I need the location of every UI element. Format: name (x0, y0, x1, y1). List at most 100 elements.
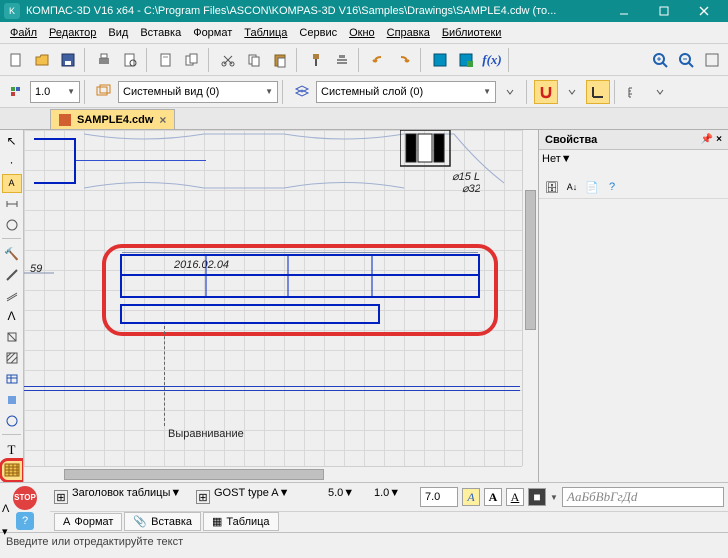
document-tabbar: SAMPLE4.cdw × (0, 108, 728, 130)
tool-section[interactable] (2, 328, 22, 347)
properties-panel: Свойства 📌 × Нет▼ 🗄 A↓ 📄 ? (538, 130, 728, 482)
settings-dropdown-button[interactable] (648, 80, 672, 104)
properties-button[interactable] (330, 48, 354, 72)
menu-format[interactable]: Формат (187, 25, 238, 41)
prop-sort-icon[interactable]: 🗄 (543, 178, 561, 196)
function-button[interactable]: f(x) (480, 48, 504, 72)
format-brush-button[interactable] (304, 48, 328, 72)
prop-help-icon[interactable]: ? (603, 178, 621, 196)
tool-two-line[interactable] (2, 286, 22, 305)
align-guide (164, 326, 165, 426)
save-alt2-button[interactable] (454, 48, 478, 72)
underline-button[interactable]: A (506, 488, 524, 506)
paste-button[interactable] (268, 48, 292, 72)
prop-az-icon[interactable]: A↓ (563, 178, 581, 196)
scrollbar-horizontal[interactable] (24, 466, 522, 482)
color-arrow[interactable]: ▼ (550, 493, 558, 502)
tool-text[interactable]: T (2, 440, 22, 459)
undo-button[interactable] (366, 48, 390, 72)
close-button[interactable] (684, 0, 724, 22)
italic-button[interactable]: A (462, 488, 480, 506)
color-button[interactable]: ■ (528, 488, 546, 506)
tab-label: SAMPLE4.cdw (77, 114, 153, 126)
layers-icon[interactable] (290, 80, 314, 104)
scale-dropdown[interactable]: 1.0▼ (30, 81, 80, 103)
menu-insert[interactable]: Вставка (134, 25, 187, 41)
propbar-tab-table[interactable]: ▦Таблица (203, 512, 279, 531)
doc-properties-button[interactable] (154, 48, 178, 72)
svg-text:⌀15 L6/k: ⌀15 L6/k (452, 171, 480, 183)
drawing-canvas[interactable]: ⌀15 L6/k ⌀32 59 2016.02.04 (24, 130, 538, 482)
views-icon[interactable] (92, 80, 116, 104)
propbar-tab-insert[interactable]: 📎Вставка (124, 512, 201, 531)
tool-circle[interactable] (2, 216, 22, 235)
system-view-dropdown[interactable]: Системный вид (0)▼ (118, 81, 278, 103)
bold-button[interactable]: A (484, 488, 502, 506)
menu-help[interactable]: Справка (381, 25, 436, 41)
system-layer-dropdown[interactable]: Системный слой (0)▼ (316, 81, 496, 103)
size2-dropdown[interactable]: 1.0▼ (374, 487, 416, 507)
save-button[interactable] (56, 48, 80, 72)
minimize-button[interactable] (604, 0, 644, 22)
pin-icon[interactable]: 📌 × (701, 134, 722, 145)
tool-hammer[interactable]: 🔨 (2, 244, 22, 263)
tool-dimension[interactable] (2, 195, 22, 214)
menu-window[interactable]: Окно (343, 25, 381, 41)
menu-editor[interactable]: Редактор (43, 25, 102, 41)
menu-service[interactable]: Сервис (293, 25, 343, 41)
copy-button[interactable] (242, 48, 266, 72)
titlebar: K КОМПАС-3D V16 x64 - C:\Program Files\A… (0, 0, 728, 22)
snap-button[interactable] (534, 80, 558, 104)
zoom-in-button[interactable] (648, 48, 672, 72)
menu-libraries[interactable]: Библиотеки (436, 25, 508, 41)
save-alt1-button[interactable] (428, 48, 452, 72)
tool-hatch[interactable] (2, 349, 22, 368)
print-button[interactable] (92, 48, 116, 72)
tool-table-insert[interactable] (2, 461, 22, 480)
prop-note-icon[interactable]: 📄 (583, 178, 601, 196)
snap-settings-button[interactable] (560, 80, 584, 104)
print-preview-button[interactable] (118, 48, 142, 72)
doc-multi-button[interactable] (180, 48, 204, 72)
open-button[interactable] (30, 48, 54, 72)
tab-close-button[interactable]: × (159, 113, 166, 127)
zoom-out-button[interactable] (674, 48, 698, 72)
table-ico: ▦ (212, 515, 222, 528)
tool-down-arrow[interactable]: ▾ (2, 525, 22, 545)
menu-view[interactable]: Вид (102, 25, 134, 41)
section-dropdown[interactable]: Заголовок таблицы▼ (72, 487, 192, 507)
tool-point[interactable]: · (2, 153, 22, 172)
tool-compass-bottom[interactable]: Λ (2, 503, 22, 523)
menu-table[interactable]: Таблица (238, 25, 293, 41)
menubar: Файл Редактор Вид Вставка Формат Таблица… (0, 22, 728, 44)
maximize-button[interactable] (644, 0, 684, 22)
redo-button[interactable] (392, 48, 416, 72)
tool-circle2[interactable] (2, 411, 22, 430)
tool-arrow[interactable]: ↖ (2, 132, 22, 151)
cut-button[interactable] (216, 48, 240, 72)
section-toggle[interactable]: ⊞ (54, 490, 68, 504)
propbar-tab-format[interactable]: AФормат (54, 513, 122, 531)
view-tree-button[interactable] (4, 80, 28, 104)
menu-file[interactable]: Файл (4, 25, 43, 41)
tool-block[interactable] (2, 390, 22, 409)
font-dropdown[interactable]: GOST type A▼ (214, 487, 324, 507)
font-toggle[interactable]: ⊞ (196, 490, 210, 504)
left-toolbox: ↖ · A 🔨 Λ T (0, 130, 24, 482)
tool-line[interactable] (2, 265, 22, 284)
document-tab[interactable]: SAMPLE4.cdw × (50, 109, 175, 129)
size3-field[interactable]: 7.0 (420, 487, 458, 507)
main-area: ↖ · A 🔨 Λ T (0, 130, 728, 482)
ruler-button[interactable] (622, 80, 646, 104)
ortho-button[interactable] (586, 80, 610, 104)
scrollbar-vertical[interactable] (522, 130, 538, 466)
format-ico: A (63, 516, 70, 528)
tool-table[interactable] (2, 370, 22, 389)
tool-compass[interactable]: Λ (2, 307, 22, 326)
layer-settings-button[interactable] (498, 80, 522, 104)
size1-dropdown[interactable]: 5.0▼ (328, 487, 370, 507)
new-button[interactable] (4, 48, 28, 72)
zoom-fit-button[interactable] (700, 48, 724, 72)
tool-label[interactable]: A (2, 174, 22, 193)
properties-filter-dropdown[interactable]: Нет▼ (542, 153, 725, 173)
